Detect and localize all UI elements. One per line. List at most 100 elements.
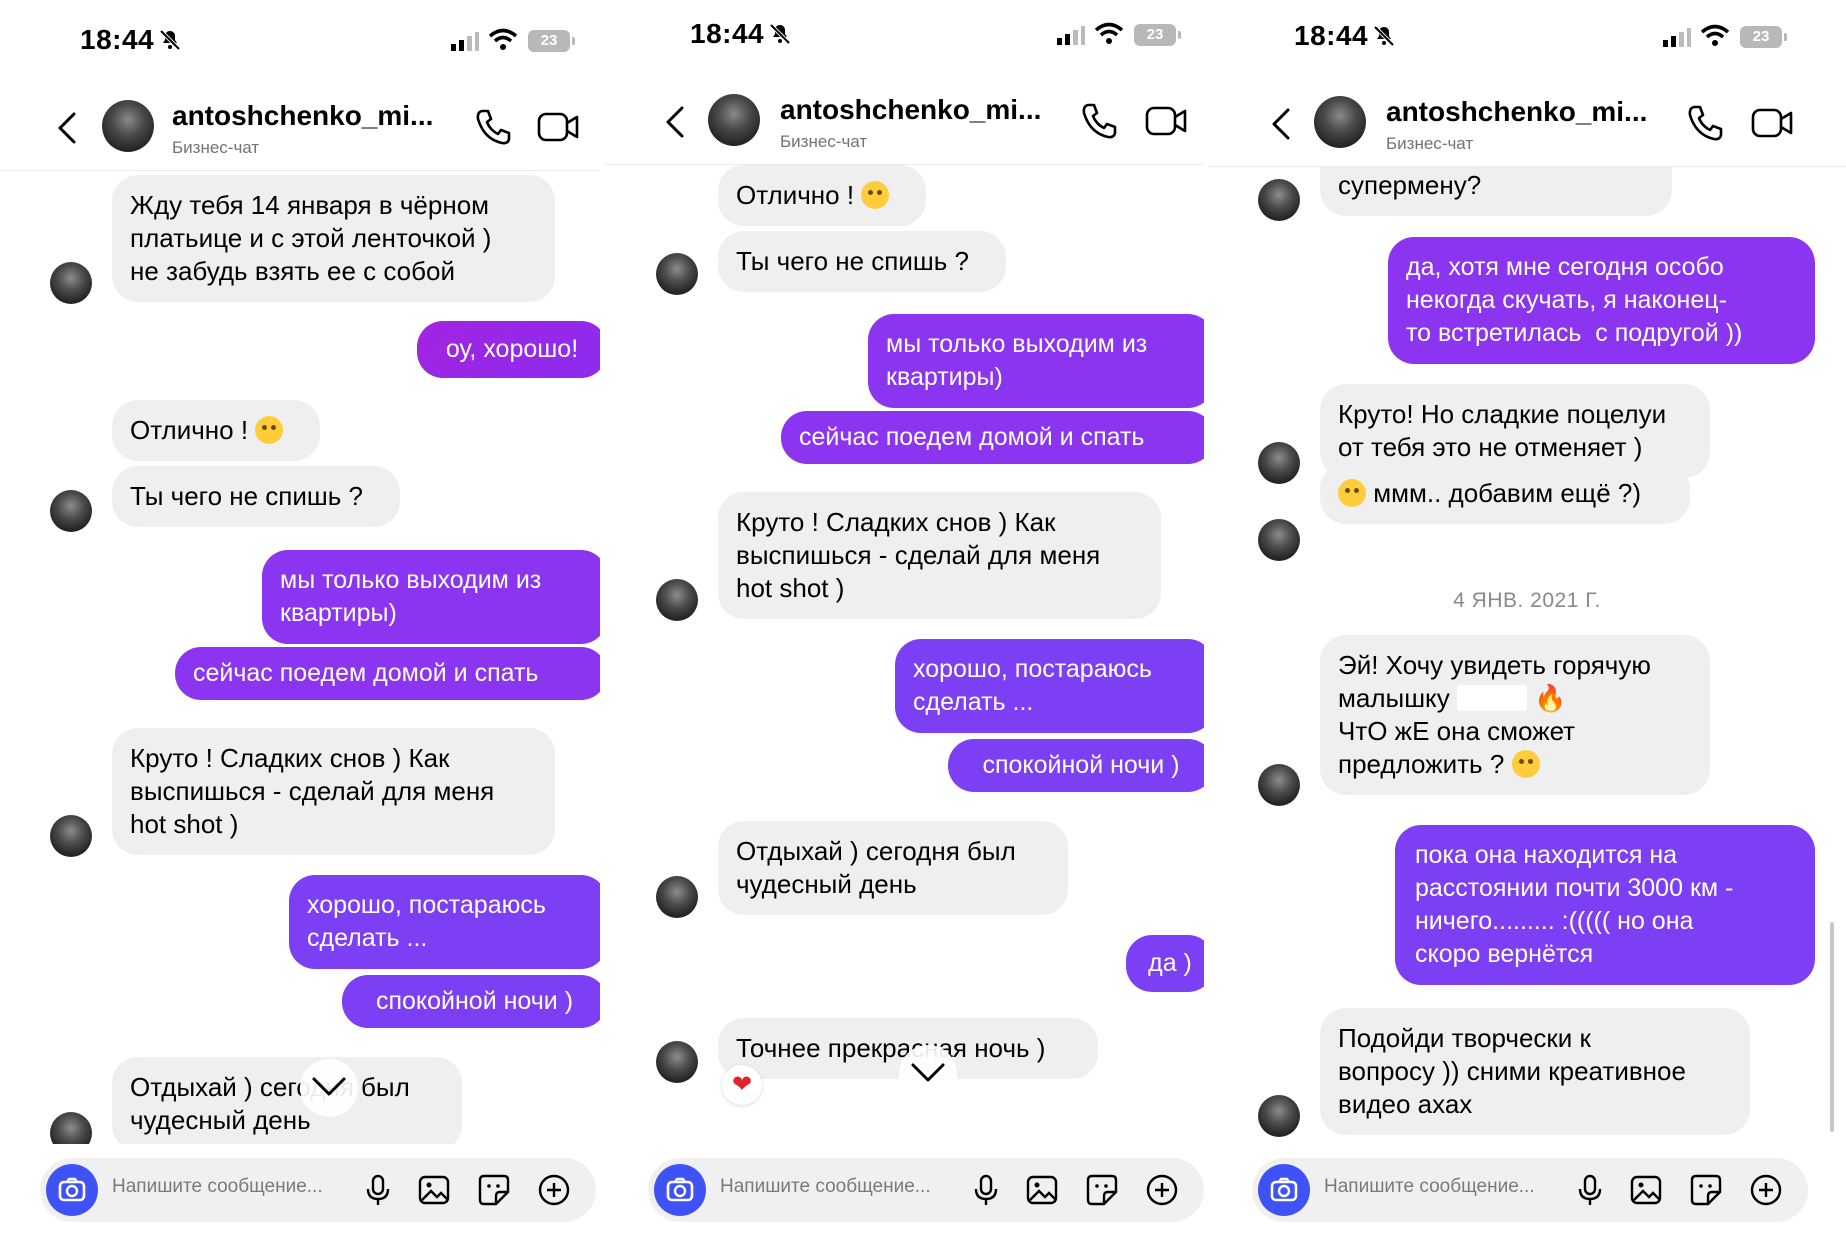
sender-avatar[interactable] <box>1258 519 1300 561</box>
camera-icon[interactable] <box>654 1164 706 1216</box>
gallery-icon[interactable] <box>1628 1172 1664 1208</box>
status-bar: 18:44 23 <box>0 18 600 68</box>
message-text: малышку <box>1338 683 1450 713</box>
message-incoming: Жду тебя 14 января в чёрном платьице и с… <box>112 175 555 302</box>
smile-emoji-icon <box>1338 479 1366 507</box>
sender-avatar[interactable] <box>1258 1095 1300 1137</box>
phone-icon[interactable] <box>1684 102 1726 144</box>
message-text: предложить ? <box>1338 749 1505 779</box>
contact-avatar[interactable] <box>708 94 760 146</box>
message-composer[interactable]: Напишите сообщение... <box>648 1158 1204 1222</box>
message-incoming: Ты чего не спишь ? <box>718 231 1006 292</box>
battery-icon: 23 <box>528 30 575 52</box>
sender-avatar[interactable] <box>50 262 92 304</box>
video-call-icon[interactable] <box>536 106 580 148</box>
sender-avatar[interactable] <box>656 876 698 918</box>
microphone-icon[interactable] <box>360 1172 396 1208</box>
contact-name[interactable]: antoshchenko_mi... <box>172 100 433 132</box>
message-incoming: Ты чего не спишь ? <box>112 466 400 527</box>
chat-header: antoshchenko_mi... Бизнес-чат <box>604 84 1204 165</box>
signal-icon <box>1057 26 1085 45</box>
message-outgoing: сейчас поедем домой и спать <box>175 647 600 700</box>
wifi-icon <box>1700 24 1730 46</box>
bell-muted-icon <box>159 29 181 51</box>
message-list[interactable]: Жду тебя 14 января в чёрном платьице и с… <box>0 171 600 1144</box>
add-icon[interactable] <box>1748 1172 1784 1208</box>
message-composer[interactable]: Напишите сообщение... <box>40 1158 596 1222</box>
message-text: Отлично ! <box>130 415 249 445</box>
screenshot-collage: 18:44 23 antoshchenko_mi... Бизнес-чат Ж… <box>0 0 1846 1234</box>
gallery-icon[interactable] <box>1024 1172 1060 1208</box>
contact-avatar[interactable] <box>1314 96 1366 148</box>
contact-name[interactable]: antoshchenko_mi... <box>1386 96 1647 128</box>
message-input[interactable]: Напишите сообщение... <box>1324 1176 1535 1198</box>
message-outgoing: да, хотя мне сегодня особо некогда скуча… <box>1388 237 1815 364</box>
sticker-icon[interactable] <box>1688 1172 1724 1208</box>
bell-muted-icon <box>1373 25 1395 47</box>
microphone-icon[interactable] <box>968 1172 1004 1208</box>
battery-icon: 23 <box>1134 24 1181 46</box>
message-input[interactable]: Напишите сообщение... <box>112 1176 323 1198</box>
add-icon[interactable] <box>536 1172 572 1208</box>
sender-avatar[interactable] <box>50 490 92 532</box>
message-incoming: Отлично ! <box>718 165 926 226</box>
chat-header: antoshchenko_mi... Бизнес-чат <box>1208 86 1846 167</box>
message-outgoing: мы только выходим из квартиры) <box>868 314 1204 408</box>
smile-emoji-icon <box>861 181 890 209</box>
message-outgoing: сейчас поедем домой и спать <box>781 411 1204 464</box>
message-text: Отлично ! <box>736 180 855 210</box>
phone-icon[interactable] <box>1078 100 1120 142</box>
message-outgoing: хорошо, постараюсь сделать ... <box>289 875 600 969</box>
sender-avatar[interactable] <box>656 1041 698 1083</box>
message-input[interactable]: Напишите сообщение... <box>720 1176 931 1198</box>
camera-icon[interactable] <box>1258 1164 1310 1216</box>
scrollbar[interactable] <box>1830 922 1834 1132</box>
sender-avatar[interactable] <box>656 253 698 295</box>
sticker-icon[interactable] <box>476 1172 512 1208</box>
chevron-down-icon[interactable] <box>300 1059 358 1117</box>
message-outgoing: спокойной ночи ) <box>948 739 1204 792</box>
message-list[interactable]: супермену? да, хотя мне сегодня особо не… <box>1208 167 1846 1144</box>
message-text: Эй! Хочу увидеть горячую <box>1338 650 1651 680</box>
bell-muted-icon <box>769 23 791 45</box>
message-list[interactable]: Отлично ! Ты чего не спишь ? мы только в… <box>604 165 1204 1144</box>
chevron-down-icon[interactable] <box>899 1045 957 1103</box>
chat-panel-2: 18:44 23 antoshchenko_mi... Бизнес-чат О… <box>604 0 1204 1234</box>
video-call-icon[interactable] <box>1750 102 1794 144</box>
battery-icon: 23 <box>1740 26 1787 48</box>
sender-avatar[interactable] <box>1258 442 1300 484</box>
contact-name[interactable]: antoshchenko_mi... <box>780 94 1041 126</box>
contact-subtitle: Бизнес-чат <box>780 132 868 151</box>
message-outgoing: пока она находится на расстоянии почти 3… <box>1395 825 1815 985</box>
add-icon[interactable] <box>1144 1172 1180 1208</box>
status-time: 18:44 <box>1294 20 1369 51</box>
gallery-icon[interactable] <box>416 1172 452 1208</box>
message-outgoing: оу, хорошо! <box>417 321 600 378</box>
microphone-icon[interactable] <box>1572 1172 1608 1208</box>
video-call-icon[interactable] <box>1144 100 1188 142</box>
message-text: ЧтО жЕ она сможет <box>1338 716 1576 746</box>
camera-icon[interactable] <box>46 1164 98 1216</box>
message-incoming: Круто ! Сладких снов ) Как выспишься - с… <box>718 492 1161 619</box>
message-composer[interactable]: Напишите сообщение... <box>1252 1158 1808 1222</box>
sender-avatar[interactable] <box>50 1112 92 1144</box>
back-icon[interactable] <box>1262 104 1302 144</box>
smile-emoji-icon <box>255 416 284 444</box>
message-incoming: Круто ! Сладких снов ) Как выспишься - с… <box>112 728 555 855</box>
sender-avatar[interactable] <box>1258 764 1300 806</box>
back-icon[interactable] <box>656 102 696 142</box>
heart-reaction-icon[interactable]: ❤ <box>722 1065 762 1105</box>
sender-avatar[interactable] <box>50 815 92 857</box>
phone-icon[interactable] <box>472 106 514 148</box>
sticker-icon[interactable] <box>1084 1172 1120 1208</box>
message-incoming: Отлично ! <box>112 400 320 461</box>
contact-avatar[interactable] <box>102 100 154 152</box>
wink-emoji-icon <box>1511 750 1540 778</box>
sender-avatar[interactable] <box>656 579 698 621</box>
sender-avatar[interactable] <box>1258 179 1300 221</box>
back-icon[interactable] <box>48 108 88 148</box>
message-outgoing: хорошо, постараюсь сделать ... <box>895 639 1204 733</box>
status-time: 18:44 <box>690 18 765 49</box>
message-incoming: супермену? <box>1320 167 1672 216</box>
contact-subtitle: Бизнес-чат <box>1386 134 1474 153</box>
